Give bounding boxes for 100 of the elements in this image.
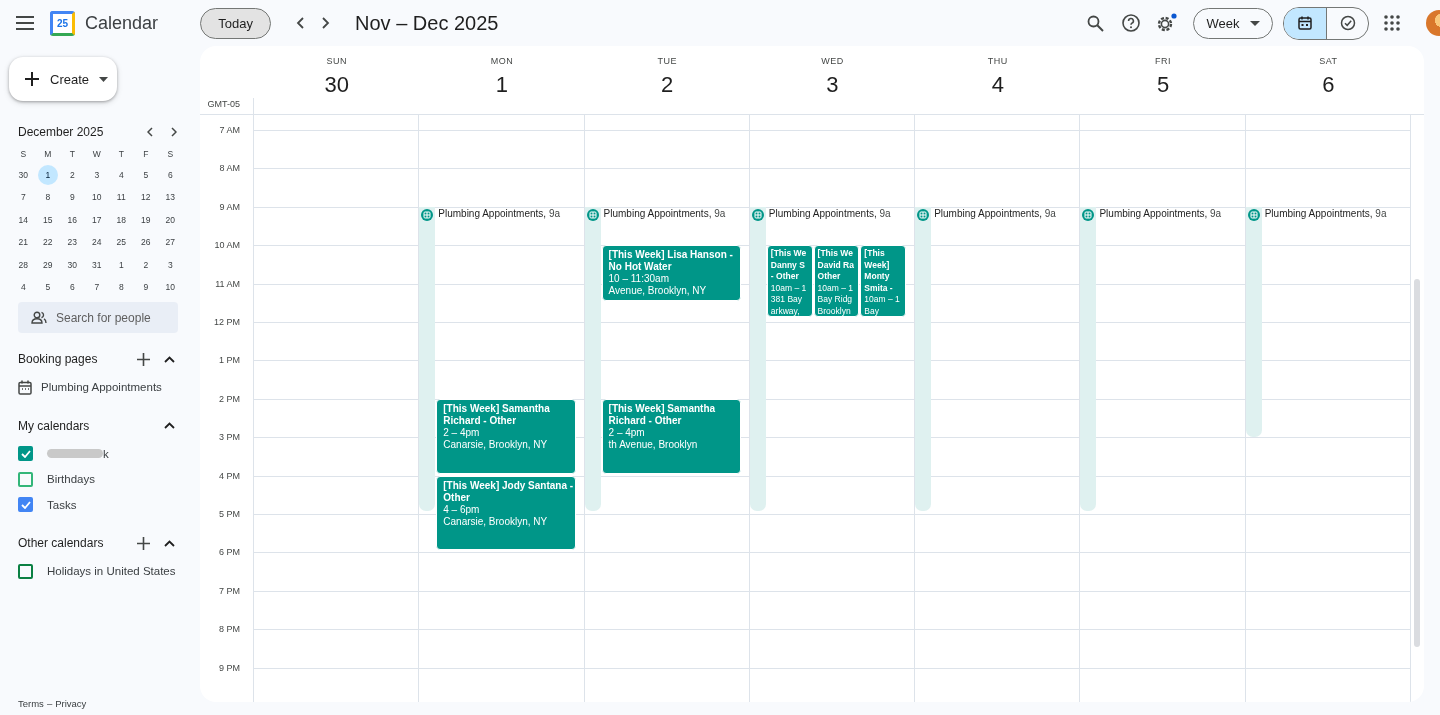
calendar-checkbox[interactable] — [18, 471, 33, 487]
mini-calendar-day[interactable]: 11 — [111, 187, 132, 208]
mini-calendar-day[interactable]: 1 — [37, 165, 58, 185]
mini-calendar-day[interactable]: 15 — [37, 209, 58, 230]
event-card[interactable]: [This We David Ra Other 10am – 1 Bay Ridg Brooklyn — [813, 245, 860, 317]
mini-calendar-day[interactable]: 21 — [13, 232, 34, 253]
calendar-name: Holidays in United States — [47, 565, 176, 578]
mini-calendar-day[interactable]: 27 — [160, 232, 181, 253]
mini-calendar-day[interactable]: 23 — [62, 232, 83, 253]
day-number[interactable]: 6 — [1322, 72, 1335, 98]
terms-link[interactable]: Terms — [18, 698, 44, 709]
event-title: [This Week] Samantha — [443, 402, 551, 415]
hour-label: 4 PM — [219, 470, 240, 481]
mini-calendar-day[interactable]: 6 — [160, 165, 181, 185]
calendar-icon — [1297, 15, 1313, 31]
day-number[interactable]: 2 — [661, 72, 674, 98]
app-title: Calendar — [85, 12, 159, 34]
mini-calendar-day[interactable]: 19 — [135, 209, 156, 230]
event-card[interactable]: [This Week] Samantha Richard - Other 2 – 4pm Canarsie, Brooklyn, NY — [436, 398, 576, 474]
day-number[interactable]: 30 — [324, 72, 349, 98]
scrollbar[interactable] — [1414, 279, 1420, 647]
booking-label[interactable]: Plumbing Appointments, 9a — [934, 207, 1056, 219]
mini-calendar-day[interactable]: 22 — [37, 232, 58, 253]
mini-calendar-day[interactable]: 5 — [37, 276, 58, 297]
event-card[interactable]: [This Week] Lisa Hanson - No Hot Water 10 – 11:30am Avenue, Brooklyn, NY — [601, 245, 741, 301]
mini-calendar-day[interactable]: 2 — [62, 165, 83, 185]
event-title: David Ra — [817, 259, 855, 272]
mini-calendar-day[interactable]: 10 — [86, 187, 107, 208]
create-button[interactable]: Create — [9, 57, 117, 101]
mini-calendar-day[interactable]: 2 — [135, 254, 156, 275]
dropdown-caret-icon — [1249, 20, 1260, 26]
day-number[interactable]: 4 — [991, 72, 1004, 98]
booking-page-link[interactable]: Plumbing Appointments — [41, 381, 162, 394]
mini-calendar-day[interactable]: 31 — [86, 254, 107, 275]
hour-label: 10 AM — [214, 240, 240, 251]
day-number[interactable]: 1 — [495, 72, 509, 98]
calendar-checkbox[interactable] — [18, 563, 33, 579]
mini-calendar-day[interactable]: 28 — [13, 254, 34, 275]
mini-calendar-day[interactable]: 24 — [86, 232, 107, 253]
event-title: Danny S — [770, 259, 806, 272]
weekday-label: S — [19, 148, 28, 161]
event-title: [This We — [817, 248, 854, 260]
event-detail: 381 Bay — [770, 294, 804, 306]
event-detail: Canarsie, Brooklyn, NY — [443, 438, 549, 451]
event-title: [This We — [770, 248, 808, 260]
event-card[interactable]: [This We Danny S - Other 10am – 1 381 Bay arkway, — [766, 245, 813, 317]
event-card[interactable]: [This Week] Monty Smita - 10am – 1 Bay — [860, 245, 907, 317]
weekday-label: T — [68, 148, 76, 161]
booking-label[interactable]: Plumbing Appointments, 9a — [768, 207, 891, 219]
hour-label: 2 PM — [219, 393, 240, 404]
calendar-name: Tasks — [47, 498, 77, 511]
mini-calendar-day[interactable]: 18 — [111, 209, 132, 230]
dropdown-caret-icon — [99, 76, 109, 82]
mini-calendar-day[interactable]: 16 — [62, 209, 83, 230]
mini-calendar-day[interactable]: 8 — [37, 187, 58, 208]
today-button[interactable]: Today — [200, 7, 272, 39]
mini-calendar-day[interactable]: 9 — [62, 187, 83, 208]
mini-calendar-day[interactable]: 7 — [86, 276, 107, 297]
mini-calendar-day[interactable]: 30 — [13, 165, 34, 185]
event-card[interactable]: [This Week] Jody Santana - Other 4 – 6pm Canarsie, Brooklyn, NY — [436, 475, 576, 551]
mini-calendar-day[interactable]: 9 — [135, 276, 156, 297]
mini-calendar-day[interactable]: 26 — [135, 232, 156, 253]
mini-calendar-day[interactable]: 10 — [160, 276, 181, 297]
mini-calendar-day[interactable]: 1 — [111, 254, 132, 275]
mini-calendar-day[interactable]: 25 — [111, 232, 132, 253]
booking-label[interactable]: Plumbing Appointments, 9a — [1264, 207, 1387, 219]
day-number[interactable]: 5 — [1156, 72, 1170, 98]
mini-calendar-day[interactable]: 3 — [86, 165, 107, 185]
event-detail: 10 – 11:30am — [608, 273, 670, 286]
event-title: [This Week] Lisa Hanson - — [608, 249, 734, 262]
mini-calendar-day[interactable]: 14 — [13, 209, 34, 230]
search-people-field[interactable]: Search for people — [18, 302, 178, 334]
mini-calendar-day[interactable]: 20 — [160, 209, 181, 230]
calendar-view-button[interactable] — [1284, 7, 1326, 39]
day-name: FRI — [1155, 56, 1172, 66]
mini-calendar-day[interactable]: 5 — [135, 165, 156, 185]
mini-calendar-day[interactable]: 13 — [160, 187, 181, 208]
booking-label[interactable]: Plumbing Appointments, 9a — [1099, 207, 1222, 219]
plus-icon — [24, 71, 40, 87]
weekday-label: S — [166, 148, 175, 161]
mini-calendar-day[interactable]: 6 — [62, 276, 83, 297]
mini-calendar-day[interactable]: 3 — [160, 254, 181, 275]
booking-label[interactable]: Plumbing Appointments, 9a — [603, 207, 726, 219]
privacy-link[interactable]: Privacy — [55, 698, 87, 709]
day-name: MON — [490, 56, 514, 66]
mini-calendar-day[interactable]: 30 — [62, 254, 83, 275]
mini-calendar-day[interactable]: 4 — [111, 165, 132, 185]
mini-calendar-day[interactable]: 7 — [13, 187, 34, 208]
calendar-checkbox[interactable] — [18, 497, 33, 513]
mini-calendar-day[interactable]: 8 — [111, 276, 132, 297]
mini-calendar-day[interactable]: 29 — [37, 254, 58, 275]
calendar-checkbox[interactable] — [18, 446, 33, 462]
hour-label: 3 PM — [219, 432, 240, 443]
mini-calendar-day[interactable]: 17 — [86, 209, 107, 230]
event-title: [This Week] Samantha — [608, 402, 717, 415]
event-card[interactable]: [This Week] Samantha Richard - Other 2 – 4pm th Avenue, Brooklyn — [601, 398, 741, 474]
day-number[interactable]: 3 — [826, 72, 839, 98]
mini-calendar-day[interactable]: 12 — [135, 187, 156, 208]
mini-calendar-day[interactable]: 4 — [13, 276, 34, 297]
booking-label[interactable]: Plumbing Appointments, 9a — [438, 207, 561, 219]
